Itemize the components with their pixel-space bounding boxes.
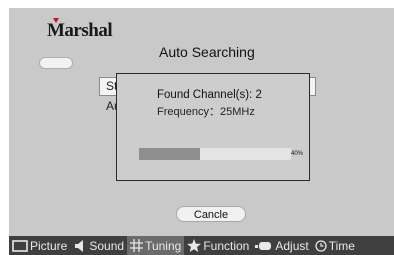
- menu-item-function[interactable]: Function: [184, 236, 252, 255]
- monitor-icon: [12, 239, 28, 252]
- clock-icon: [315, 239, 327, 252]
- menu-item-label: Time: [328, 238, 355, 253]
- frequency-text: Frequency：25MHz: [157, 106, 255, 118]
- menu-item-adjust[interactable]: Adjust: [252, 236, 311, 255]
- progress-percent: 40%: [291, 151, 304, 157]
- menu-item-label: Adjust: [275, 238, 309, 253]
- menu-item-tuning[interactable]: Tuning: [127, 236, 185, 255]
- page-title: Auto Searching: [159, 44, 255, 60]
- grid-icon: [130, 239, 144, 252]
- bottom-menu-bar: Picture Sound Tuning Function Adjust Tim…: [9, 236, 394, 255]
- speaker-icon: [73, 239, 87, 252]
- menu-item-time[interactable]: Time: [312, 236, 358, 255]
- menu-item-label: Picture: [30, 238, 68, 253]
- status-pill: [39, 57, 73, 69]
- menu-item-label: Sound: [89, 238, 125, 253]
- cancel-button[interactable]: Cancle: [176, 206, 246, 222]
- progress-fill: [139, 148, 200, 160]
- menu-item-label: Function: [203, 238, 250, 253]
- star-icon: [187, 239, 202, 252]
- progress-bar: [139, 148, 291, 160]
- menu-item-label: Tuning: [145, 238, 182, 253]
- menu-item-sound[interactable]: Sound: [70, 236, 127, 255]
- tv-screen: Marshal Auto Searching St Au Found Chann…: [9, 8, 394, 236]
- search-progress-dialog: Found Channel(s): 2 Frequency：25MHz 40%: [116, 73, 310, 181]
- brand-logo: Marshal: [47, 20, 113, 41]
- adjust-icon: [255, 241, 273, 251]
- found-channels-text: Found Channel(s): 2: [157, 89, 262, 101]
- menu-item-picture[interactable]: Picture: [9, 236, 70, 255]
